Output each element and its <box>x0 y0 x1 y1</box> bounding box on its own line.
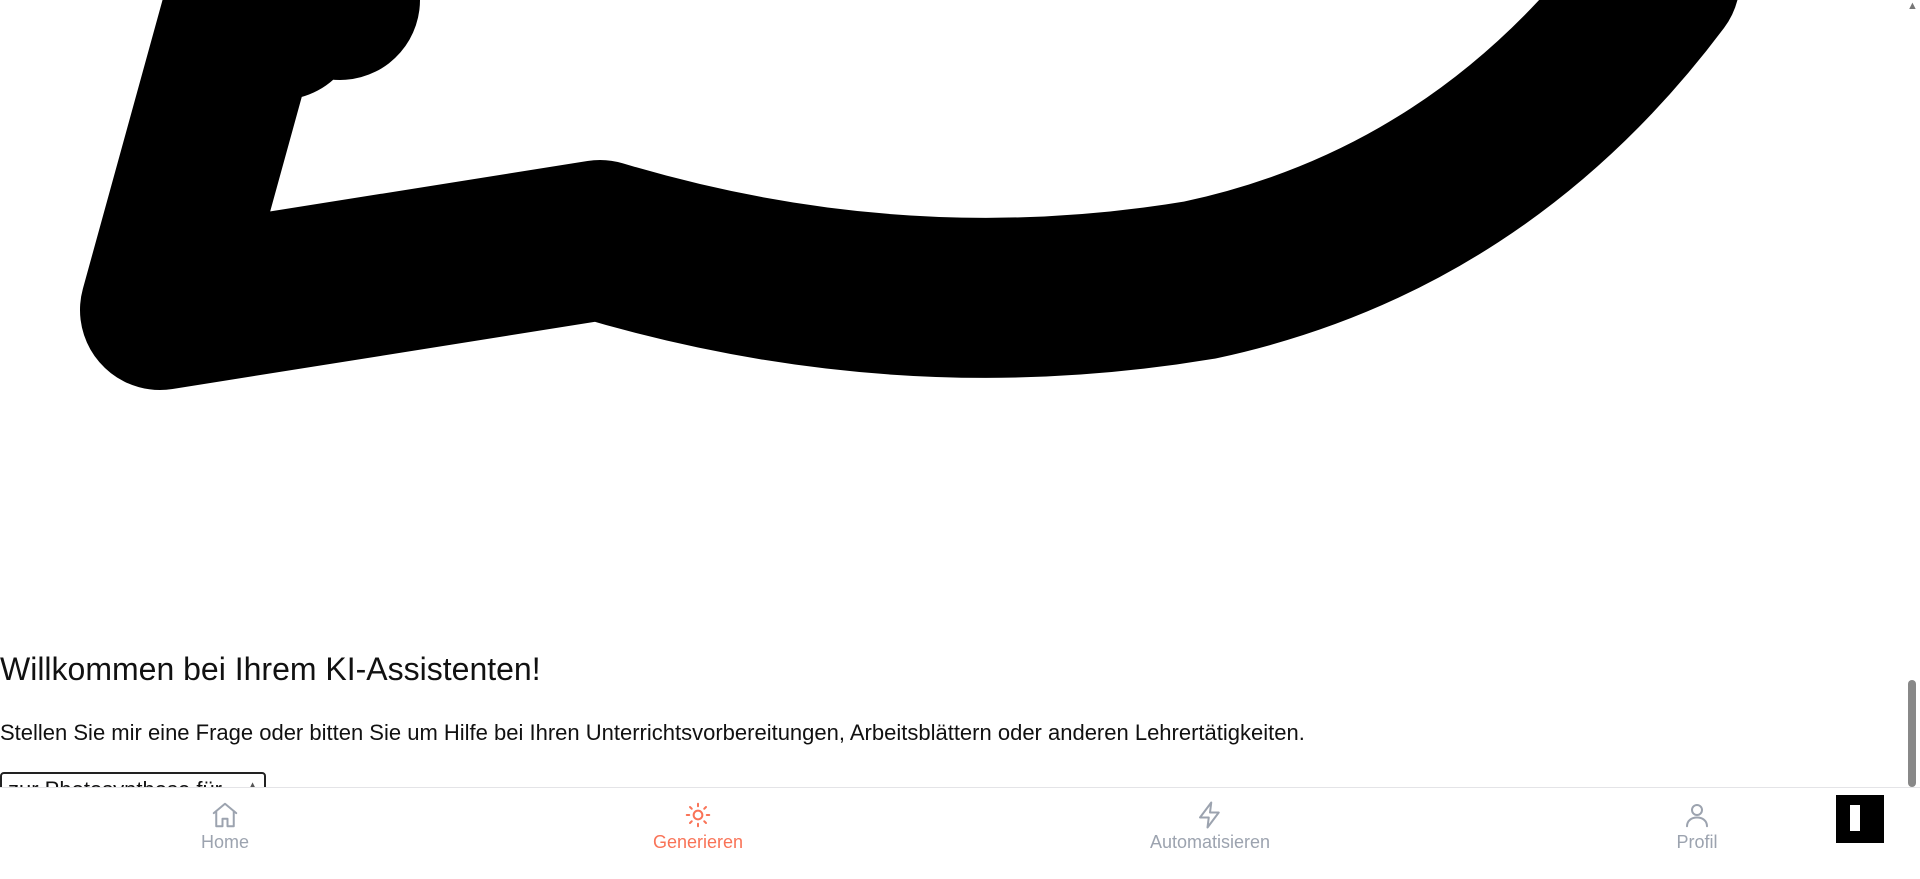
main-content: Willkommen bei Ihrem KI-Assistenten! Ste… <box>0 0 1903 787</box>
nav-automatisieren-label: Automatisieren <box>1149 832 1271 852</box>
sun-icon <box>685 802 711 828</box>
nav-home-label: Home <box>200 832 249 852</box>
user-icon <box>1686 804 1708 828</box>
welcome-subtitle: Stellen Sie mir eine Frage oder bitten S… <box>0 720 1305 745</box>
home-icon <box>212 802 238 828</box>
suggestion-text: zur Photosynthese für <box>8 777 222 787</box>
welcome-title: Willkommen bei Ihrem KI-Assistenten! <box>0 651 541 687</box>
scrollbar-thumb[interactable] <box>1908 680 1916 787</box>
sidebar-toggle-icon <box>1850 805 1860 831</box>
nav-generieren[interactable]: Generieren <box>618 800 778 853</box>
chevron-up-icon: ▲ <box>246 778 259 787</box>
nav-home[interactable]: Home <box>145 800 305 853</box>
vertical-scrollbar[interactable]: ▲ <box>1903 0 1920 787</box>
nav-generieren-label: Generieren <box>652 832 744 852</box>
suggestion-chip[interactable]: zur Photosynthese für ▲ <box>0 772 266 787</box>
nav-profil-label: Profil <box>1676 832 1718 852</box>
nav-profil[interactable]: Profil <box>1617 800 1777 853</box>
scroll-up-arrow-icon[interactable]: ▲ <box>1907 0 1918 12</box>
bottom-navigation: Home Generieren Automatisieren Profil <box>0 787 1920 879</box>
sidebar-toggle-button[interactable] <box>1836 795 1884 843</box>
nav-automatisieren[interactable]: Automatisieren <box>1130 800 1290 853</box>
zap-icon <box>1199 801 1220 829</box>
